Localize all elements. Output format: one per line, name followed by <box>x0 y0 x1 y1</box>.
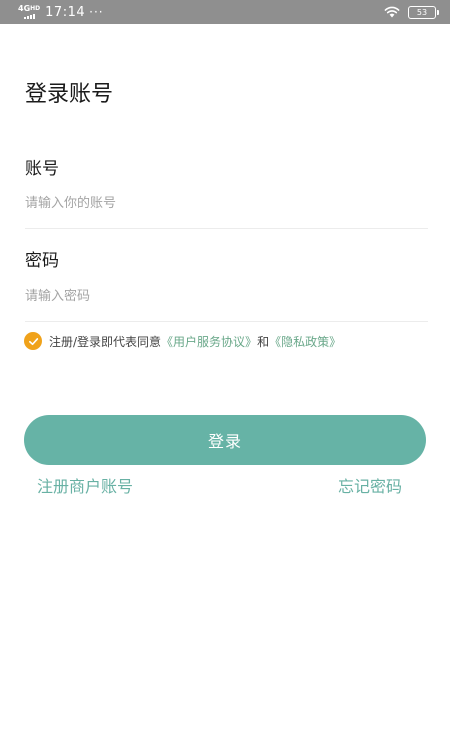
account-input[interactable] <box>25 190 428 216</box>
network-hd: HD <box>30 5 41 12</box>
battery-icon: 53 <box>408 5 439 19</box>
agreement-text: 注册/登录即代表同意 <box>49 334 162 349</box>
clock: 17:14 <box>45 4 86 20</box>
status-bar: 4GHD 17:14 ··· 53 <box>0 0 450 24</box>
password-label: 密码 <box>25 251 59 271</box>
password-divider <box>25 321 428 322</box>
agreement-row: 注册/登录即代表同意 《用户服务协议》 和 《隐私政策》 <box>24 332 341 350</box>
network-indicator: 4GHD <box>18 5 40 19</box>
terms-link[interactable]: 《用户服务协议》 <box>161 333 257 350</box>
network-type: 4G <box>18 4 31 13</box>
account-divider <box>25 228 428 229</box>
agreement-checkbox[interactable] <box>24 332 42 350</box>
forgot-password-link[interactable]: 忘记密码 <box>338 476 402 498</box>
wifi-icon <box>384 6 400 18</box>
check-icon <box>28 337 38 345</box>
register-merchant-link[interactable]: 注册商户账号 <box>37 476 133 498</box>
login-button[interactable]: 登录 <box>24 415 426 465</box>
page-title: 登录账号 <box>25 82 114 107</box>
agreement-conjunction: 和 <box>257 334 270 349</box>
privacy-link[interactable]: 《隐私政策》 <box>269 333 341 350</box>
signal-icon <box>23 14 35 19</box>
password-input[interactable] <box>25 283 428 309</box>
more-notifications-icon: ··· <box>89 5 104 19</box>
battery-level: 53 <box>416 7 428 17</box>
account-label: 账号 <box>25 159 59 179</box>
